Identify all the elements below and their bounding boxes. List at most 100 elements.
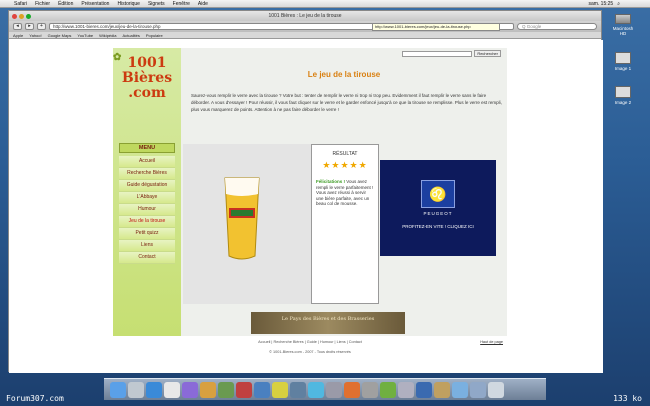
- site-search-input[interactable]: [402, 50, 473, 57]
- desktop-file-image1[interactable]: Image 1: [612, 52, 634, 71]
- peugeot-lion-icon: ♌: [421, 180, 455, 208]
- system-preferences-icon[interactable]: [326, 381, 342, 398]
- site-sidebar: ✿ 1001 Bières .com MENU Accueil Recherch…: [113, 48, 181, 336]
- image-file-icon: [615, 52, 631, 64]
- logo-line: Bières: [121, 70, 173, 86]
- textedit-icon[interactable]: [362, 381, 378, 398]
- menu-title: MENU: [119, 143, 175, 153]
- dashboard-icon[interactable]: [128, 381, 144, 398]
- bookmark-item[interactable]: Apple: [13, 33, 23, 38]
- nav-recherche-bieres[interactable]: Recherche Bières: [119, 168, 175, 180]
- stickies-icon[interactable]: [272, 381, 288, 398]
- logo-line: 1001: [127, 55, 167, 71]
- nav-jeu-tirouse[interactable]: Jeu de la tirouse: [119, 216, 175, 228]
- nav-accueil[interactable]: Accueil: [119, 156, 175, 168]
- menu-bar: Safari Fichier Édition Présentation Hist…: [0, 0, 650, 8]
- firefox-icon[interactable]: [344, 381, 360, 398]
- ical-icon[interactable]: [164, 381, 180, 398]
- promo-banner[interactable]: Le Pays des Bières et des Brasseries: [251, 312, 405, 334]
- image-file-icon: [615, 86, 631, 98]
- nav-abbaye[interactable]: L'Abbaye: [119, 192, 175, 204]
- link-tooltip: http://www.1001-bieres.com/jeux/jeu-de-l…: [372, 23, 500, 31]
- footer-copyright: © 1001-Bieres.com - 2007 - Tous droits r…: [269, 350, 351, 354]
- nav-contact[interactable]: Contact: [119, 252, 175, 264]
- ad-cta[interactable]: PROFITEZ-EN VITE ! CLIQUEZ ICI: [380, 224, 496, 230]
- site-container: ✿ 1001 Bières .com MENU Accueil Recherch…: [113, 48, 507, 336]
- file-size-label: 133 ko: [613, 394, 642, 403]
- logo-line: .com: [128, 85, 166, 101]
- peugeot-ad[interactable]: ♌ PEUGEOT PROFITEZ-EN VITE ! CLIQUEZ ICI: [380, 160, 496, 256]
- downloads-folder-icon[interactable]: [452, 381, 468, 398]
- site-search: Rechercher: [402, 50, 501, 57]
- page-content: ✿ 1001 Bières .com MENU Accueil Recherch…: [9, 40, 603, 373]
- spotlight-icon[interactable]: ⌕: [617, 1, 620, 7]
- window-title: 1001 Bières : Le jeu de la tirouse: [268, 13, 342, 19]
- site-main: Rechercher Le jeu de la tirouse Saurez-v…: [181, 48, 507, 336]
- beer-glass-icon[interactable]: [221, 172, 263, 262]
- safari-icon[interactable]: [146, 381, 162, 398]
- app-icon[interactable]: [380, 381, 396, 398]
- ichat-icon[interactable]: [218, 381, 234, 398]
- add-bookmark-button[interactable]: +: [37, 23, 46, 30]
- beer-game-area[interactable]: [183, 144, 311, 304]
- desktop-file-label: Image 1: [614, 66, 632, 71]
- terminal-icon[interactable]: [290, 381, 306, 398]
- nav-liens[interactable]: Liens: [119, 240, 175, 252]
- menu-historique[interactable]: Historique: [113, 1, 144, 7]
- browser-window: 1001 Bières : Le jeu de la tirouse ◂ ▸ +…: [8, 10, 603, 373]
- hops-icon: ✿: [113, 52, 122, 63]
- watermark-left: Forum307.com: [6, 394, 64, 403]
- finder-icon[interactable]: [110, 381, 126, 398]
- bookmarks-bar: Apple Yahoo! Google Maps YouTube Wikipéd…: [9, 32, 601, 39]
- window-titlebar: 1001 Bières : Le jeu de la tirouse: [9, 11, 601, 21]
- menu-presentation[interactable]: Présentation: [77, 1, 113, 7]
- game-instructions: Saurez-vous remplir le verre avec la tir…: [191, 93, 502, 112]
- app-icon[interactable]: [416, 381, 432, 398]
- bookmark-item[interactable]: Populaire: [146, 33, 163, 38]
- dock: [104, 378, 546, 400]
- bookmark-item[interactable]: Wikipédia: [99, 33, 116, 38]
- app-icon[interactable]: [434, 381, 450, 398]
- menu-fichier[interactable]: Fichier: [31, 1, 54, 7]
- back-button[interactable]: ◂: [13, 23, 22, 30]
- desktop-file-image2[interactable]: Image 2: [612, 86, 634, 105]
- iphoto-icon[interactable]: [200, 381, 216, 398]
- menu-edition[interactable]: Édition: [54, 1, 77, 7]
- rating-stars-icon: ★★★★★: [322, 160, 368, 170]
- bookmark-item[interactable]: YouTube: [77, 33, 93, 38]
- bookmark-item[interactable]: Yahoo!: [29, 33, 41, 38]
- result-title: RÉSULTAT: [332, 151, 358, 157]
- nav-guide-degustation[interactable]: Guide dégustation: [119, 180, 175, 192]
- result-label: Félicitations !: [316, 179, 346, 184]
- mail-icon[interactable]: [254, 381, 270, 398]
- nav-petit-quizz[interactable]: Petit quizz: [119, 228, 175, 240]
- page-title: Le jeu de la tirouse: [307, 70, 381, 79]
- forward-button[interactable]: ▸: [25, 23, 34, 30]
- bookmark-item[interactable]: Actualités: [122, 33, 139, 38]
- menu-fenetre[interactable]: Fenêtre: [169, 1, 194, 7]
- result-panel: RÉSULTAT ★★★★★ Félicitations ! Vous avez…: [311, 144, 379, 304]
- bookmark-item[interactable]: Google Maps: [48, 33, 72, 38]
- footer-links[interactable]: Accueil | Recherche Bières | Guide | Hum…: [113, 337, 507, 347]
- site-nav: Accueil Recherche Bières Guide dégustati…: [119, 156, 175, 264]
- nav-humour[interactable]: Humour: [119, 204, 175, 216]
- hard-drive-label: Macintosh HD: [612, 26, 634, 36]
- skype-icon[interactable]: [308, 381, 324, 398]
- hard-drive-icon[interactable]: Macintosh HD: [612, 14, 634, 36]
- itunes-icon[interactable]: [182, 381, 198, 398]
- site-search-button[interactable]: Rechercher: [474, 50, 501, 57]
- ad-brand: PEUGEOT: [423, 211, 453, 216]
- menu-aide[interactable]: Aide: [194, 1, 212, 7]
- menu-safari[interactable]: Safari: [10, 1, 31, 7]
- desktop-file-label: Image 2: [614, 100, 632, 105]
- trash-icon[interactable]: [488, 381, 504, 398]
- app-icon[interactable]: [398, 381, 414, 398]
- documents-folder-icon[interactable]: [470, 381, 486, 398]
- menu-signets[interactable]: Signets: [144, 1, 169, 7]
- top-of-page-link[interactable]: Haut de page: [480, 337, 503, 347]
- preview-icon[interactable]: [236, 381, 252, 398]
- clock[interactable]: sam. 15:25: [588, 1, 613, 7]
- search-field[interactable]: Q Google: [517, 23, 597, 30]
- site-logo[interactable]: ✿ 1001 Bières .com: [113, 52, 175, 126]
- result-text: Félicitations ! Vous avez rempli le verr…: [312, 171, 378, 207]
